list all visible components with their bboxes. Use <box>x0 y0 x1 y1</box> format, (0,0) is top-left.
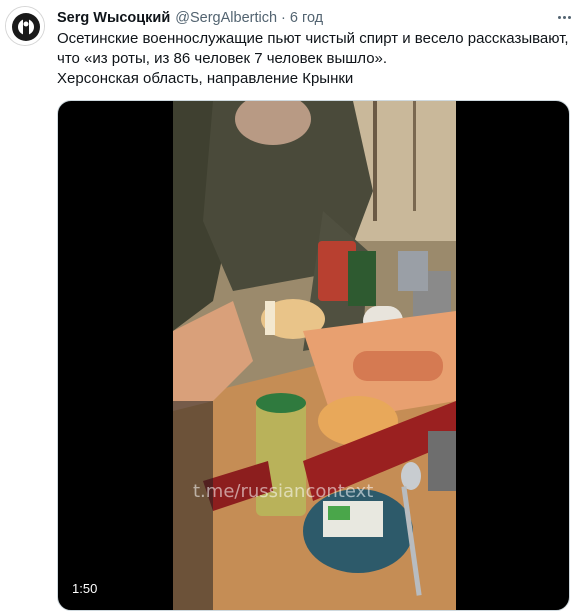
avatar[interactable] <box>5 6 45 46</box>
more-horizontal-icon[interactable] <box>554 10 574 24</box>
tweet-time[interactable]: 6 год <box>290 10 323 26</box>
tweet[interactable]: Serg Wысоцкий @SergAlbertich · 6 год Осе… <box>0 0 584 613</box>
video-watermark: t.me/russiancontext <box>193 481 374 502</box>
video-duration: 1:50 <box>72 581 98 596</box>
author-handle[interactable]: @SergAlbertich <box>175 10 277 26</box>
tweet-text: Осетинские военнослужащие пьют чистый сп… <box>57 29 577 89</box>
tweet-header: Serg Wысоцкий @SergAlbertich · 6 год <box>57 8 570 28</box>
tweet-text-line: Осетинские военнослужащие пьют чистый сп… <box>57 30 569 47</box>
video-thumbnail: t.me/russiancontext <box>173 101 456 610</box>
avatar-image <box>6 7 44 45</box>
separator-dot: · <box>281 10 286 26</box>
tweet-text-line: Херсонская область, направление Крынки <box>57 70 354 87</box>
tweet-text-line: что «из роты, из 86 человек 7 человек вы… <box>57 50 388 67</box>
author-name[interactable]: Serg Wысоцкий <box>57 10 170 26</box>
video-player[interactable]: t.me/russiancontext 1:50 <box>57 100 570 611</box>
